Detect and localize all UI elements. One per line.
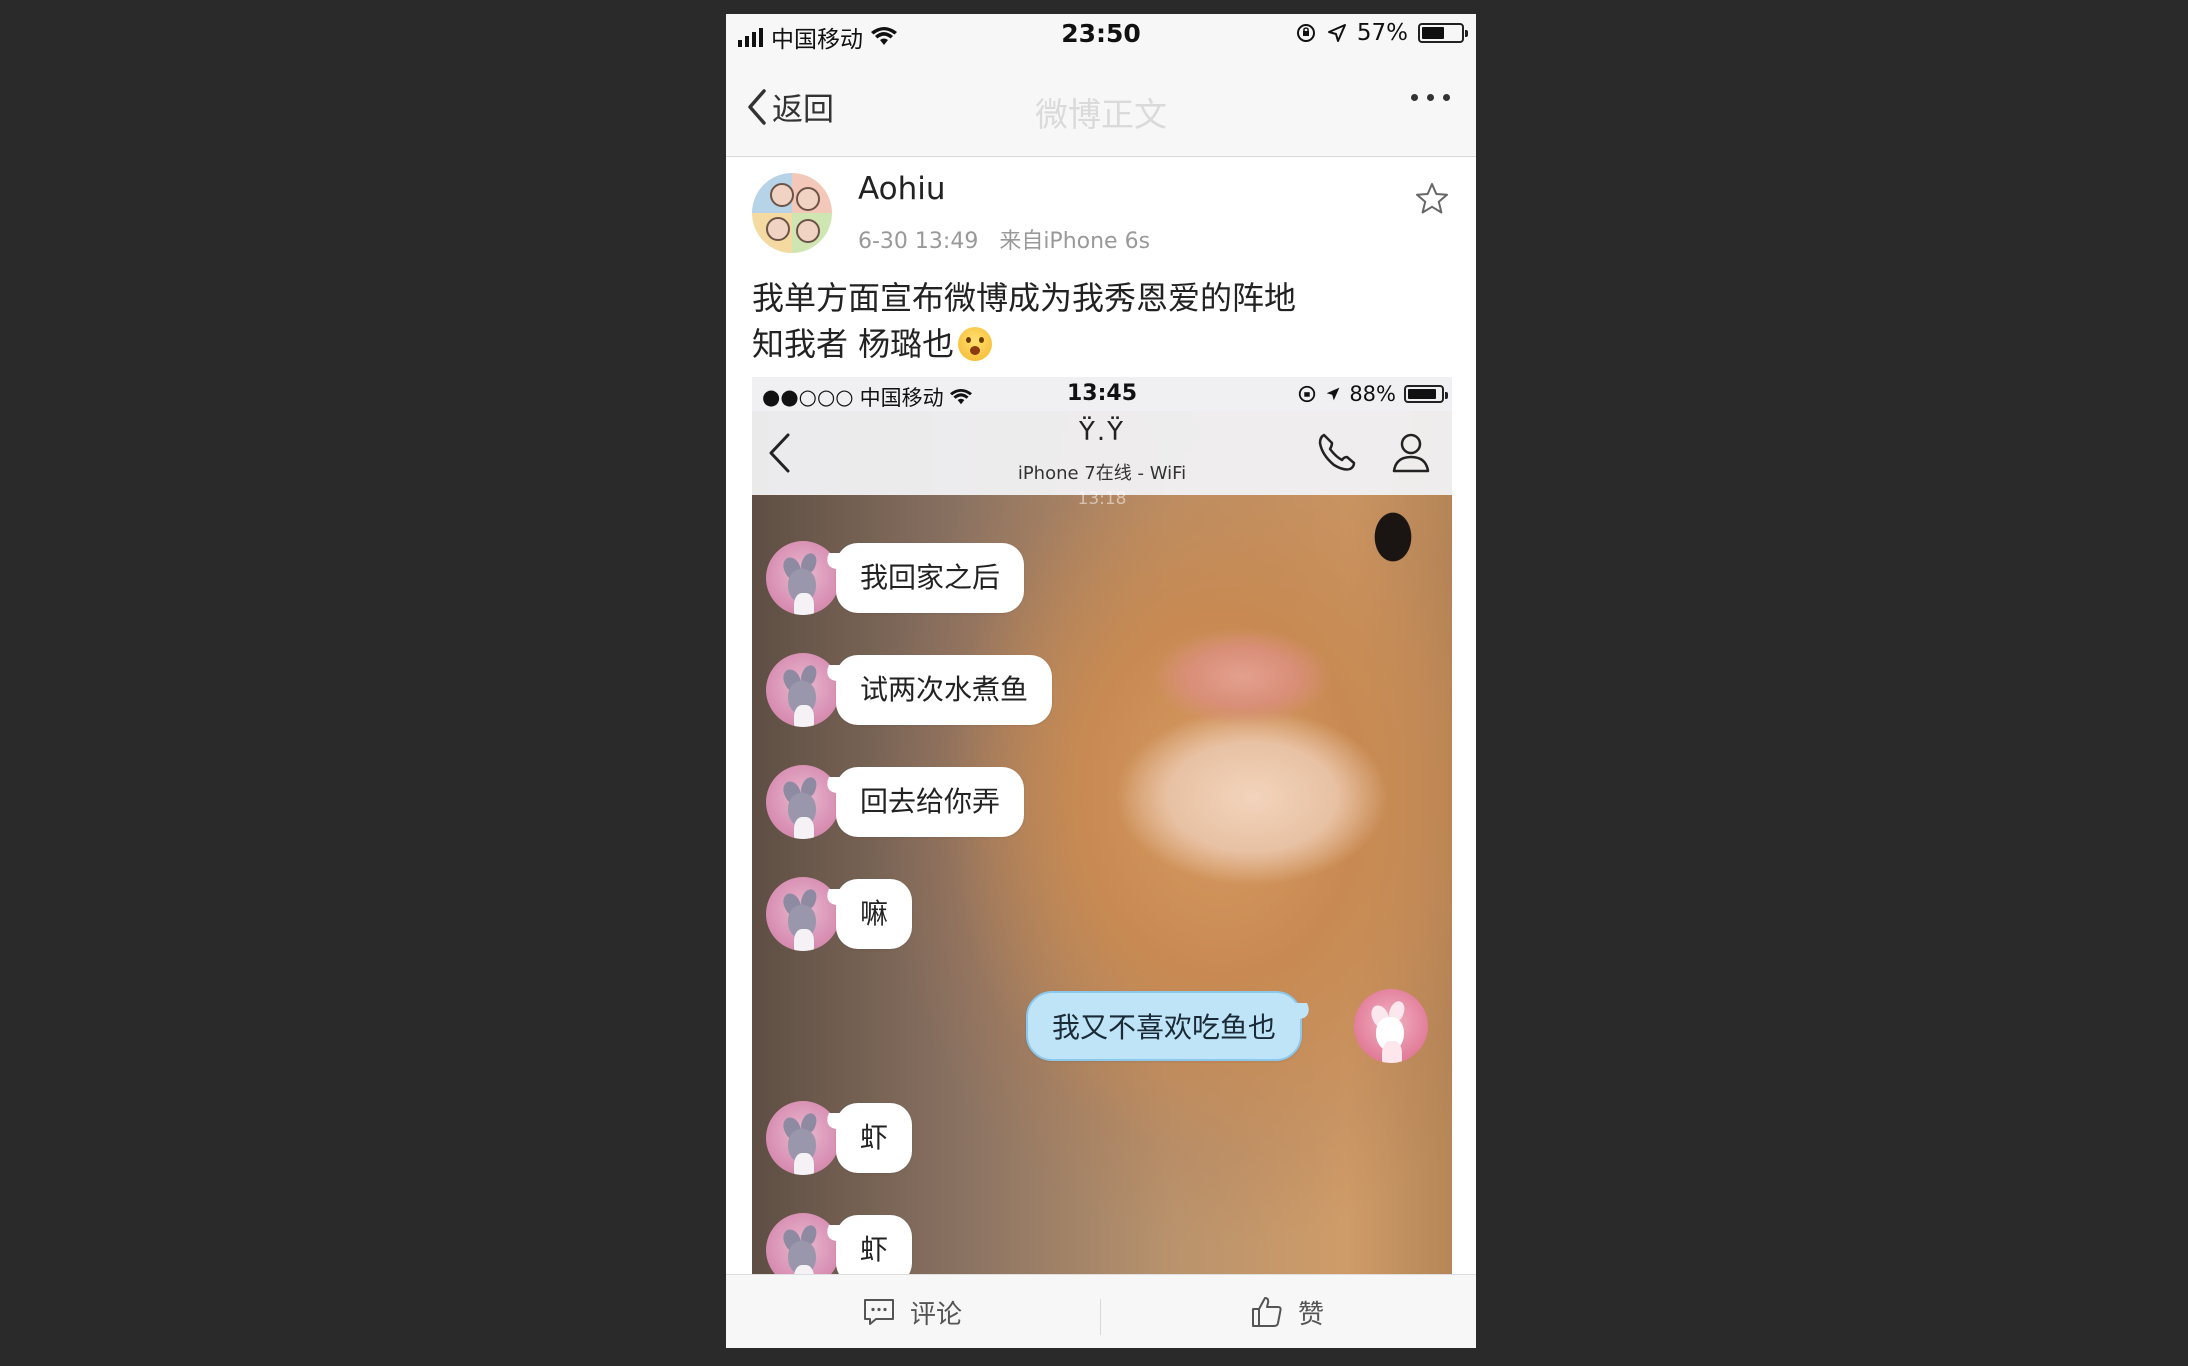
battery-percent: 57% (1356, 20, 1408, 46)
post-meta: 6-30 13:49 来自iPhone 6s (858, 223, 1150, 255)
comment-icon (864, 1299, 894, 1325)
chat-bubble: 回去给你弄 (836, 767, 1025, 837)
more-options-button[interactable] (1411, 94, 1450, 101)
phone-call-icon (1318, 433, 1356, 471)
thumbs-up-icon (1252, 1297, 1282, 1327)
more-dot-icon (1411, 94, 1418, 101)
user-avatar[interactable] (752, 173, 832, 253)
inner-battery-icon (1404, 385, 1448, 403)
my-avatar (1354, 989, 1428, 1063)
chat-bubble: 嘛 (836, 879, 913, 949)
battery-icon (1418, 23, 1468, 43)
post-text: 我单方面宣布微博成为我秀恩爱的阵地 知我者 杨璐也 (752, 275, 1452, 367)
chat-bubble: 虾 (836, 1215, 913, 1274)
post-image[interactable]: ●●○○○ 中国移动 13:45 88% Ϋ.Ϋ iPhone 7在线 - Wi… (752, 377, 1452, 1274)
chat-header: Ϋ.Ϋ iPhone 7在线 - WiFi (752, 411, 1452, 495)
inner-lock-icon (1299, 385, 1316, 403)
comment-button[interactable]: 评论 (862, 1275, 962, 1348)
username[interactable]: Aohiu (858, 171, 946, 207)
divider (1100, 1299, 1101, 1335)
contact-profile-icon (1392, 433, 1430, 473)
chat-bubble: 虾 (836, 1103, 913, 1173)
inner-status-bar: ●●○○○ 中国移动 13:45 88% (752, 377, 1452, 411)
chat-bubble-mine: 我又不喜欢吃鱼也 (1026, 991, 1303, 1061)
status-bar: 中国移动 23:50 57% (726, 14, 1476, 54)
emoji-icon (958, 327, 993, 361)
chat-bubble: 我回家之后 (836, 543, 1025, 613)
inner-location-icon (1326, 387, 1340, 401)
phone-screen: 中国移动 23:50 57% 返回 微博正文 Aohiu 6-30 13:49 … (726, 14, 1476, 1348)
more-dot-icon (1443, 94, 1450, 101)
location-icon (1327, 24, 1346, 42)
message-timestamp: 13:18 (1077, 489, 1127, 509)
like-button[interactable]: 赞 (1250, 1275, 1324, 1348)
page-title: 微博正文 (1035, 95, 1167, 134)
comment-label: 评论 (910, 1299, 963, 1330)
post-text-line: 我单方面宣布微博成为我秀恩爱的阵地 (752, 279, 1297, 317)
chat-bubble: 试两次水煮鱼 (836, 655, 1053, 725)
post-source: 来自iPhone 6s (999, 229, 1151, 254)
more-dot-icon (1427, 94, 1434, 101)
post-timestamp: 6-30 13:49 (858, 229, 979, 254)
navigation-bar: 返回 微博正文 (726, 54, 1476, 157)
inner-battery-percent: 88% (1349, 382, 1396, 406)
post-text-line: 知我者 杨璐也 (752, 325, 955, 363)
favorite-star-icon[interactable] (1414, 181, 1450, 217)
orientation-lock-icon (1296, 24, 1315, 42)
post-card: Aohiu 6-30 13:49 来自iPhone 6s 我单方面宣布微博成为我… (726, 157, 1476, 1274)
bottom-action-bar: 评论 赞 (726, 1274, 1476, 1348)
like-label: 赞 (1298, 1299, 1325, 1330)
